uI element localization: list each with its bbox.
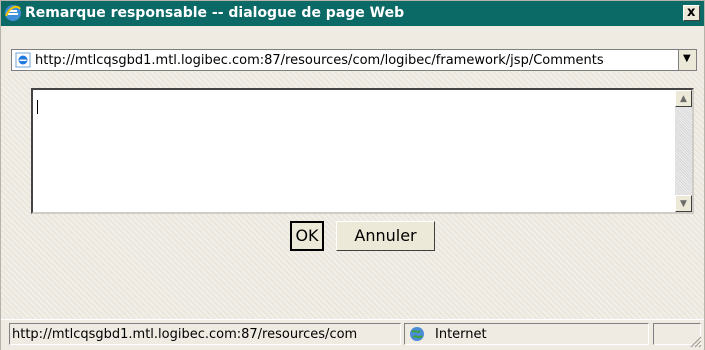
globe-icon xyxy=(410,327,424,341)
status-bar: http://mtlcqsgbd1.mtl.logibec.com:87/res… xyxy=(1,319,704,350)
vertical-scrollbar[interactable]: ▲ ▼ xyxy=(675,90,692,212)
resize-grip-icon[interactable] xyxy=(688,334,702,348)
ok-button[interactable]: OK xyxy=(290,221,324,251)
close-button[interactable]: x xyxy=(683,5,700,21)
scroll-up-button[interactable]: ▲ xyxy=(675,90,692,107)
web-page-dialog: Remarque responsable -- dialogue de page… xyxy=(0,0,705,350)
title-bar[interactable]: Remarque responsable -- dialogue de page… xyxy=(1,1,704,26)
comment-textarea[interactable]: ▲ ▼ xyxy=(31,88,694,214)
arrow-up-icon: ▲ xyxy=(680,94,687,104)
security-zone: Internet xyxy=(404,323,649,345)
close-icon: x xyxy=(687,5,696,20)
cancel-button[interactable]: Annuler xyxy=(336,221,435,251)
address-bar[interactable]: http://mtlcqsgbd1.mtl.logibec.com:87/res… xyxy=(11,49,697,71)
ie-page-icon xyxy=(15,52,31,68)
dialog-title: Remarque responsable -- dialogue de page… xyxy=(25,5,405,21)
status-url: http://mtlcqsgbd1.mtl.logibec.com:87/res… xyxy=(9,323,401,345)
chevron-down-icon: ▼ xyxy=(683,53,691,64)
scroll-down-button[interactable]: ▼ xyxy=(675,195,692,212)
address-dropdown-button[interactable]: ▼ xyxy=(678,50,696,70)
security-zone-label: Internet xyxy=(435,327,487,342)
arrow-down-icon: ▼ xyxy=(680,199,687,209)
address-url: http://mtlcqsgbd1.mtl.logibec.com:87/res… xyxy=(35,53,604,68)
ie-icon xyxy=(5,5,21,21)
text-caret xyxy=(37,100,38,114)
